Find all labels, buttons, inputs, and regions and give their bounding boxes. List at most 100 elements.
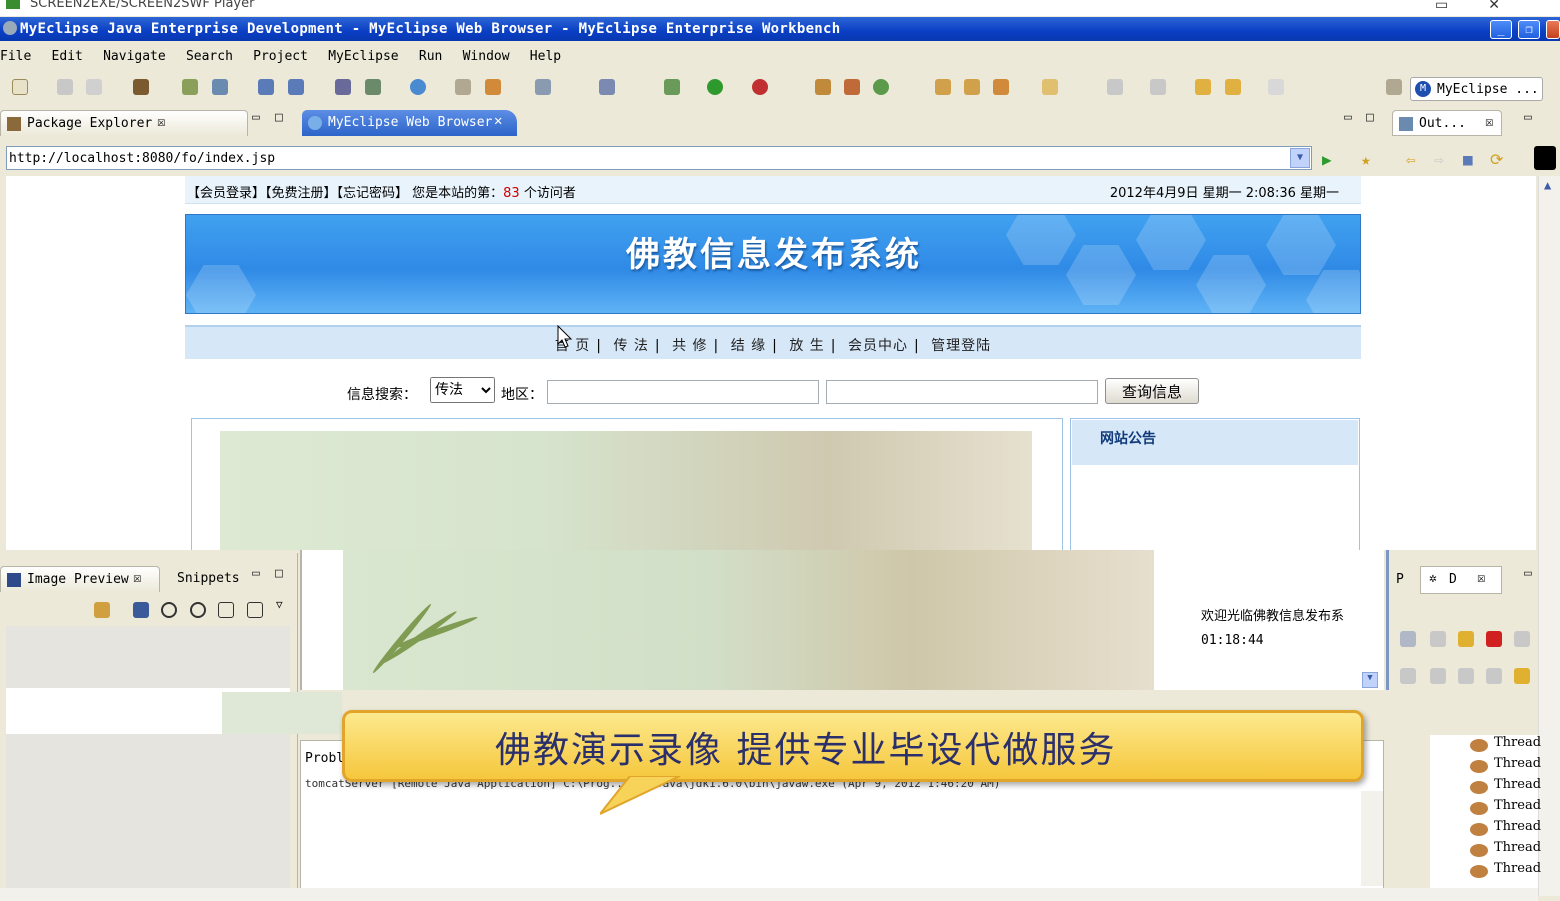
db-icon[interactable] bbox=[335, 79, 351, 95]
refresh-icon[interactable]: ⟳ bbox=[1490, 150, 1503, 169]
search-type-select[interactable]: 传法 bbox=[430, 377, 495, 403]
search-icon[interactable] bbox=[993, 79, 1009, 95]
forward-arrow-icon[interactable]: ⇨ bbox=[1434, 150, 1444, 169]
scroll-up-icon[interactable]: ▲ bbox=[1544, 178, 1551, 192]
thread-item[interactable]: Thread bbox=[1494, 735, 1541, 750]
close-icon[interactable]: ✕ bbox=[494, 113, 502, 129]
open-type-icon[interactable] bbox=[935, 79, 951, 95]
open-folder-icon[interactable] bbox=[455, 79, 471, 95]
open-perspective-icon[interactable] bbox=[1386, 79, 1402, 95]
menu-run[interactable]: Run bbox=[413, 45, 449, 64]
menu-file[interactable]: File bbox=[0, 45, 38, 64]
minimize-icon[interactable]: ▭ bbox=[1344, 110, 1352, 125]
nav-admin-login[interactable]: 管理登陆 bbox=[931, 338, 991, 354]
tab-outline[interactable]: Out... ☒ bbox=[1392, 110, 1502, 136]
close-button[interactable] bbox=[1546, 20, 1560, 39]
menu-project[interactable]: Project bbox=[247, 45, 315, 64]
nav-jieyuan[interactable]: 结 缘 bbox=[731, 338, 766, 354]
scroll-down-icon[interactable]: ▼ bbox=[1362, 672, 1378, 688]
console-scrollbar[interactable] bbox=[1361, 791, 1383, 886]
zoom-out-icon[interactable] bbox=[161, 602, 177, 618]
view-menu-icon[interactable]: ▽ bbox=[276, 598, 283, 611]
step-into-icon[interactable] bbox=[1400, 668, 1416, 684]
nav-gongxiu[interactable]: 共 修 bbox=[672, 338, 707, 354]
save-icon[interactable] bbox=[57, 79, 73, 95]
tab-debug[interactable]: ✲ D ☒ bbox=[1420, 566, 1502, 594]
url-input[interactable] bbox=[9, 149, 1279, 167]
maximize-icon[interactable]: □ bbox=[275, 110, 283, 125]
package-icon[interactable] bbox=[133, 79, 149, 95]
menu-navigate[interactable]: Navigate bbox=[97, 45, 173, 64]
minimize-button[interactable]: _ bbox=[1490, 20, 1512, 39]
tab-web-browser[interactable]: MyEclipse Web Browser ✕ bbox=[302, 110, 517, 136]
search-button[interactable]: 查询信息 bbox=[1105, 378, 1199, 404]
favorites-icon[interactable]: ★ bbox=[1361, 150, 1371, 169]
go-icon[interactable]: ▶ bbox=[1322, 150, 1332, 169]
maximize-icon[interactable]: □ bbox=[275, 566, 283, 581]
terminate-icon[interactable] bbox=[1486, 631, 1502, 647]
maximize-icon[interactable]: □ bbox=[1366, 110, 1374, 125]
restore-button[interactable]: ❐ bbox=[1518, 20, 1540, 39]
new-icon[interactable] bbox=[12, 79, 28, 95]
close-icon[interactable]: ☒ bbox=[133, 570, 141, 586]
nav-chuanfa[interactable]: 传 法 bbox=[613, 338, 648, 354]
step-filter-icon[interactable] bbox=[1514, 668, 1530, 684]
tab-image-preview[interactable]: Image Preview ☒ bbox=[0, 566, 160, 592]
minimize-icon[interactable]: ▭ bbox=[252, 566, 260, 581]
resume-icon[interactable] bbox=[1430, 631, 1446, 647]
last-edit-icon[interactable] bbox=[1195, 79, 1211, 95]
back-icon[interactable] bbox=[1225, 79, 1241, 95]
debug-icon[interactable] bbox=[664, 79, 680, 95]
forward-icon[interactable] bbox=[1268, 79, 1284, 95]
fit-window-icon[interactable] bbox=[247, 602, 263, 618]
thread-item[interactable]: Thread bbox=[1494, 819, 1541, 834]
new-type-icon[interactable] bbox=[873, 79, 889, 95]
thread-item[interactable]: Thread bbox=[1494, 840, 1541, 855]
nav-fangsheng[interactable]: 放 生 bbox=[789, 338, 824, 354]
new-class-icon[interactable] bbox=[815, 79, 831, 95]
tab-snippets[interactable]: Snippets bbox=[170, 571, 240, 586]
vertical-scrollbar[interactable]: ▲ bbox=[1538, 176, 1560, 896]
new-package-icon[interactable] bbox=[844, 79, 860, 95]
tab-problems[interactable]: Probl bbox=[305, 751, 344, 766]
player-window-controls[interactable]: ▭✕ bbox=[1435, 0, 1540, 13]
step-return-icon[interactable] bbox=[1458, 668, 1474, 684]
tab-p[interactable]: P bbox=[1396, 572, 1404, 587]
close-icon[interactable]: ☒ bbox=[1477, 570, 1485, 586]
menu-help[interactable]: Help bbox=[524, 45, 568, 64]
menu-edit[interactable]: Edit bbox=[46, 45, 90, 64]
console-icon[interactable] bbox=[1534, 146, 1556, 170]
nav-member-center[interactable]: 会员中心 bbox=[848, 338, 908, 354]
thread-item[interactable]: Thread bbox=[1494, 756, 1541, 771]
minimize-icon[interactable]: ▭ bbox=[252, 110, 260, 125]
perspective-switcher[interactable]: M MyEclipse ... bbox=[1410, 77, 1543, 101]
redeploy-icon[interactable] bbox=[288, 79, 304, 95]
member-links[interactable]: 【会员登录】【免费注册】【忘记密码】 您是本站的第：83 个访问者 bbox=[187, 182, 576, 201]
menu-myeclipse[interactable]: MyEclipse bbox=[322, 45, 405, 64]
tab-package-explorer[interactable]: Package Explorer ☒ bbox=[0, 110, 248, 136]
thread-item[interactable]: Thread bbox=[1494, 861, 1541, 876]
suspend-icon[interactable] bbox=[1458, 631, 1474, 647]
refresh-icon[interactable] bbox=[485, 79, 501, 95]
sync-icon[interactable] bbox=[94, 602, 110, 618]
deploy-icon[interactable] bbox=[258, 79, 274, 95]
menu-window[interactable]: Window bbox=[457, 45, 517, 64]
horizontal-scrollbar[interactable] bbox=[0, 888, 1538, 901]
actual-size-icon[interactable] bbox=[218, 602, 234, 618]
run-icon[interactable] bbox=[707, 79, 723, 95]
keyword-input[interactable] bbox=[826, 380, 1098, 404]
folder-icon[interactable] bbox=[1042, 79, 1058, 95]
external-tools-icon[interactable] bbox=[752, 79, 768, 95]
stop-icon[interactable]: ■ bbox=[1463, 150, 1473, 169]
menu-search[interactable]: Search bbox=[180, 45, 240, 64]
thread-item[interactable]: Thread bbox=[1494, 777, 1541, 792]
step-over-icon[interactable] bbox=[1430, 668, 1446, 684]
zoom-in-icon[interactable] bbox=[190, 602, 206, 618]
camera-icon[interactable] bbox=[535, 79, 551, 95]
report-icon[interactable] bbox=[365, 79, 381, 95]
url-dropdown-icon[interactable]: ▼ bbox=[1290, 148, 1310, 168]
close-icon[interactable]: ☒ bbox=[157, 114, 165, 130]
drop-frame-icon[interactable] bbox=[1486, 668, 1502, 684]
open-resource-icon[interactable] bbox=[964, 79, 980, 95]
tools-icon[interactable] bbox=[599, 79, 615, 95]
